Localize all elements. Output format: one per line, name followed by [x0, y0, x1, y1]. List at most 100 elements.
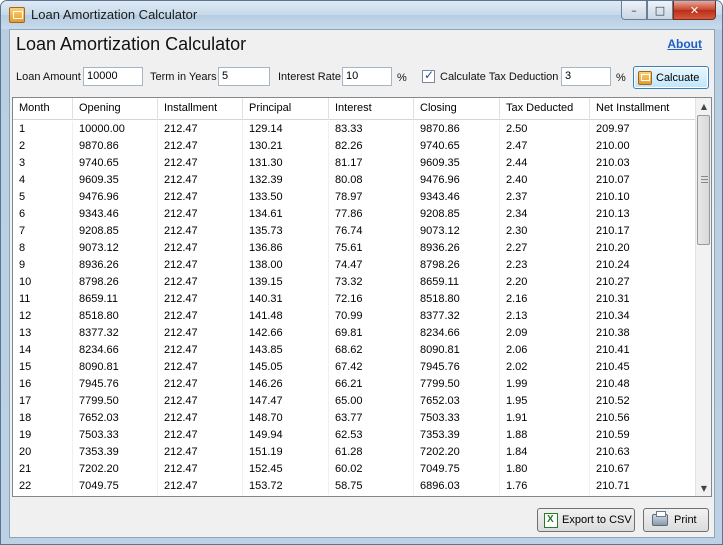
- table-cell: 210.00: [590, 138, 696, 155]
- table-row[interactable]: 11 8659.11 212.47 140.31 72.16 8518.80 2.16 210…: [13, 291, 696, 308]
- table-cell: 212.47: [158, 257, 243, 274]
- scroll-up-icon[interactable]: ▲: [696, 98, 711, 114]
- tax-unit: %: [616, 72, 626, 84]
- table-row[interactable]: 9 8936.26 212.47 138.00 74.47 8798.26 2.23 210.…: [13, 257, 696, 274]
- table-cell: 212.47: [158, 376, 243, 393]
- about-link[interactable]: About: [667, 37, 702, 51]
- column-header[interactable]: Opening: [73, 98, 158, 120]
- printer-icon: [652, 511, 668, 526]
- table-cell: 2.30: [500, 223, 590, 240]
- table-row[interactable]: 21 7202.20 212.47 152.45 60.02 7049.75 1.80 210…: [13, 461, 696, 478]
- table-cell: 2.34: [500, 206, 590, 223]
- column-header[interactable]: Closing: [414, 98, 500, 120]
- export-button-label: Export to CSV: [562, 514, 632, 526]
- table-cell: 7: [13, 223, 73, 240]
- calculate-button[interactable]: Calcuate: [633, 66, 709, 89]
- table-row[interactable]: 15 8090.81 212.47 145.05 67.42 7945.76 2.02 210…: [13, 359, 696, 376]
- table-cell: 9476.96: [73, 189, 158, 206]
- table-row[interactable]: 10 8798.26 212.47 139.15 73.32 8659.11 2.20 210…: [13, 274, 696, 291]
- table-cell: 136.86: [243, 240, 329, 257]
- table-cell: 1.88: [500, 427, 590, 444]
- table-cell: 140.31: [243, 291, 329, 308]
- minimize-button[interactable]: –: [621, 1, 647, 20]
- table-cell: 143.85: [243, 342, 329, 359]
- column-header[interactable]: Month: [13, 98, 73, 120]
- table-cell: 83.33: [329, 121, 414, 138]
- table-cell: 9073.12: [414, 223, 500, 240]
- table-cell: 67.42: [329, 359, 414, 376]
- table-cell: 8518.80: [414, 291, 500, 308]
- table-row[interactable]: 17 7799.50 212.47 147.47 65.00 7652.03 1.95 210…: [13, 393, 696, 410]
- table-cell: 2.13: [500, 308, 590, 325]
- table-cell: 81.17: [329, 155, 414, 172]
- tax-deduction-checkbox[interactable]: [422, 68, 435, 83]
- table-cell: 13: [13, 325, 73, 342]
- column-header[interactable]: Interest: [329, 98, 414, 120]
- print-button[interactable]: Print: [643, 508, 709, 532]
- column-header[interactable]: Principal: [243, 98, 329, 120]
- table-cell: 12: [13, 308, 73, 325]
- table-cell: 210.71: [590, 478, 696, 495]
- tax-deduction-input[interactable]: 3: [561, 67, 611, 86]
- table-cell: 7799.50: [73, 393, 158, 410]
- maximize-button[interactable]: □: [647, 1, 673, 20]
- interest-rate-input[interactable]: 10: [342, 67, 392, 86]
- table-row[interactable]: 13 8377.32 212.47 142.66 69.81 8234.66 2.09 210…: [13, 325, 696, 342]
- table-row[interactable]: 20 7353.39 212.47 151.19 61.28 7202.20 1.84 210…: [13, 444, 696, 461]
- scrollbar-thumb[interactable]: [697, 115, 710, 245]
- table-row[interactable]: 8 9073.12 212.47 136.86 75.61 8936.26 2.27 210.…: [13, 240, 696, 257]
- table-row[interactable]: 7 9208.85 212.47 135.73 76.74 9073.12 2.30 210.…: [13, 223, 696, 240]
- table-row[interactable]: 22 7049.75 212.47 153.72 58.75 6896.03 1.76 210…: [13, 478, 696, 495]
- term-label: Term in Years: [150, 71, 217, 83]
- table-cell: 210.45: [590, 359, 696, 376]
- table-cell: 212.47: [158, 121, 243, 138]
- table-cell: 8659.11: [73, 291, 158, 308]
- table-row[interactable]: 14 8234.66 212.47 143.85 68.62 8090.81 2.06 210…: [13, 342, 696, 359]
- close-button[interactable]: ✕: [673, 1, 716, 20]
- table-row[interactable]: 18 7652.03 212.47 148.70 63.77 7503.33 1.91 210…: [13, 410, 696, 427]
- table-cell: 2.37: [500, 189, 590, 206]
- table-row[interactable]: 3 9740.65 212.47 131.30 81.17 9609.35 2.44 210.…: [13, 155, 696, 172]
- vertical-scrollbar[interactable]: ▲ ▼: [695, 98, 711, 496]
- table-cell: 153.72: [243, 478, 329, 495]
- calculator-icon: [9, 7, 25, 23]
- loan-amount-input[interactable]: 10000: [83, 67, 143, 86]
- table-cell: 212.47: [158, 308, 243, 325]
- table-cell: 210.31: [590, 291, 696, 308]
- table-row[interactable]: 12 8518.80 212.47 141.48 70.99 8377.32 2.13 210…: [13, 308, 696, 325]
- table-cell: 61.28: [329, 444, 414, 461]
- table-cell: 22: [13, 478, 73, 495]
- table-row[interactable]: 16 7945.76 212.47 146.26 66.21 7799.50 1.99 210…: [13, 376, 696, 393]
- table-row[interactable]: 1 10000.00 212.47 129.14 83.33 9870.86 2.50 209…: [13, 121, 696, 138]
- table-cell: 132.39: [243, 172, 329, 189]
- table-row[interactable]: 6 9343.46 212.47 134.61 77.86 9208.85 2.34 210.…: [13, 206, 696, 223]
- table-row[interactable]: 2 9870.86 212.47 130.21 82.26 9740.65 2.47 210.…: [13, 138, 696, 155]
- table-cell: 210.38: [590, 325, 696, 342]
- table-cell: 131.30: [243, 155, 329, 172]
- title-bar[interactable]: Loan Amortization Calculator – □ ✕: [1, 1, 722, 29]
- table-cell: 10000.00: [73, 121, 158, 138]
- table-cell: 7049.75: [414, 461, 500, 478]
- table-cell: 212.47: [158, 342, 243, 359]
- table-cell: 2.27: [500, 240, 590, 257]
- export-csv-button[interactable]: Export to CSV: [537, 508, 635, 532]
- table-cell: 2.02: [500, 359, 590, 376]
- column-header[interactable]: Tax Deducted: [500, 98, 590, 120]
- table-cell: 7799.50: [414, 376, 500, 393]
- table-row[interactable]: 4 9609.35 212.47 132.39 80.08 9476.96 2.40 210.…: [13, 172, 696, 189]
- amortization-table[interactable]: Month Opening Installment Principal Inte…: [12, 97, 712, 497]
- table-cell: 21: [13, 461, 73, 478]
- table-cell: 1.95: [500, 393, 590, 410]
- table-cell: 11: [13, 291, 73, 308]
- interest-unit: %: [397, 72, 407, 84]
- table-cell: 9740.65: [73, 155, 158, 172]
- scroll-down-icon[interactable]: ▼: [696, 480, 711, 496]
- column-header[interactable]: Net Installment: [590, 98, 696, 120]
- table-cell: 7353.39: [414, 427, 500, 444]
- table-row[interactable]: 19 7503.33 212.47 149.94 62.53 7353.39 1.88 210…: [13, 427, 696, 444]
- table-cell: 8090.81: [414, 342, 500, 359]
- table-cell: 8377.32: [414, 308, 500, 325]
- column-header[interactable]: Installment: [158, 98, 243, 120]
- table-row[interactable]: 5 9476.96 212.47 133.50 78.97 9343.46 2.37 210.…: [13, 189, 696, 206]
- term-input[interactable]: 5: [218, 67, 270, 86]
